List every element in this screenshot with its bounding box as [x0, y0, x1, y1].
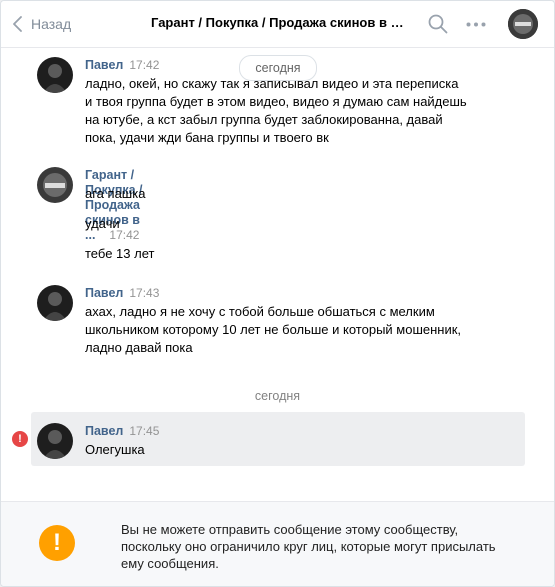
warning-icon: ! — [39, 525, 75, 561]
message-text: и твоя группа будет в этом видео, видео … — [85, 94, 467, 109]
chevron-left-icon — [13, 16, 22, 32]
date-divider: сегодня — [254, 389, 301, 403]
message-text: ладно давай пока — [85, 340, 193, 355]
blocked-notice-panel: ! Вы не можете отправить сообщение этому… — [1, 501, 554, 586]
avatar[interactable] — [37, 57, 73, 93]
message-text: ладно, окей, но скажу так я записывал ви… — [85, 76, 459, 91]
chat-window: Назад Гарант / Покупка / Продажа скинов … — [0, 0, 555, 587]
avatar[interactable] — [37, 285, 73, 321]
chat-header: Назад Гарант / Покупка / Продажа скинов … — [1, 1, 554, 48]
user-avatar-icon — [37, 285, 73, 321]
user-avatar-icon — [37, 57, 73, 93]
avatar[interactable] — [37, 167, 73, 203]
message-text: тебе 13 лет — [85, 246, 155, 261]
message-text: школьником которому 10 лет не больше и к… — [85, 322, 462, 337]
message-text: ахах, ладно я не хочу с тобой больше обш… — [85, 304, 435, 319]
community-avatar[interactable] — [508, 9, 538, 39]
message-time: 17:45 — [129, 424, 160, 438]
chat-title: Гарант / Покупка / Продажа скинов в КС Г… — [151, 15, 406, 30]
message-time: 17:42 — [129, 58, 160, 72]
search-icon[interactable] — [428, 14, 448, 34]
message-text: пока, удачи жди бана группы и твоего вк — [85, 130, 329, 145]
author-name[interactable]: Павел — [85, 286, 123, 300]
user-avatar-icon — [37, 423, 73, 459]
message-text: на ютубе, а кст забыл группа будет забло… — [85, 112, 443, 127]
message-text: Олегушка — [85, 442, 145, 457]
csgo-logo-icon — [508, 9, 538, 39]
message-text: ага пашка — [85, 186, 146, 201]
back-button[interactable]: Назад — [13, 13, 71, 35]
avatar[interactable] — [37, 423, 73, 459]
csgo-logo-icon — [37, 167, 73, 203]
blocked-notice-text: Вы не можете отправить сообщение этому с… — [121, 522, 496, 571]
error-icon[interactable]: ! — [12, 431, 28, 447]
more-dots-icon[interactable] — [466, 22, 486, 27]
author-name[interactable]: Павел — [85, 424, 123, 438]
back-label: Назад — [31, 16, 72, 32]
author-name[interactable]: Павел — [85, 58, 123, 72]
message-time: 17:43 — [129, 286, 160, 300]
